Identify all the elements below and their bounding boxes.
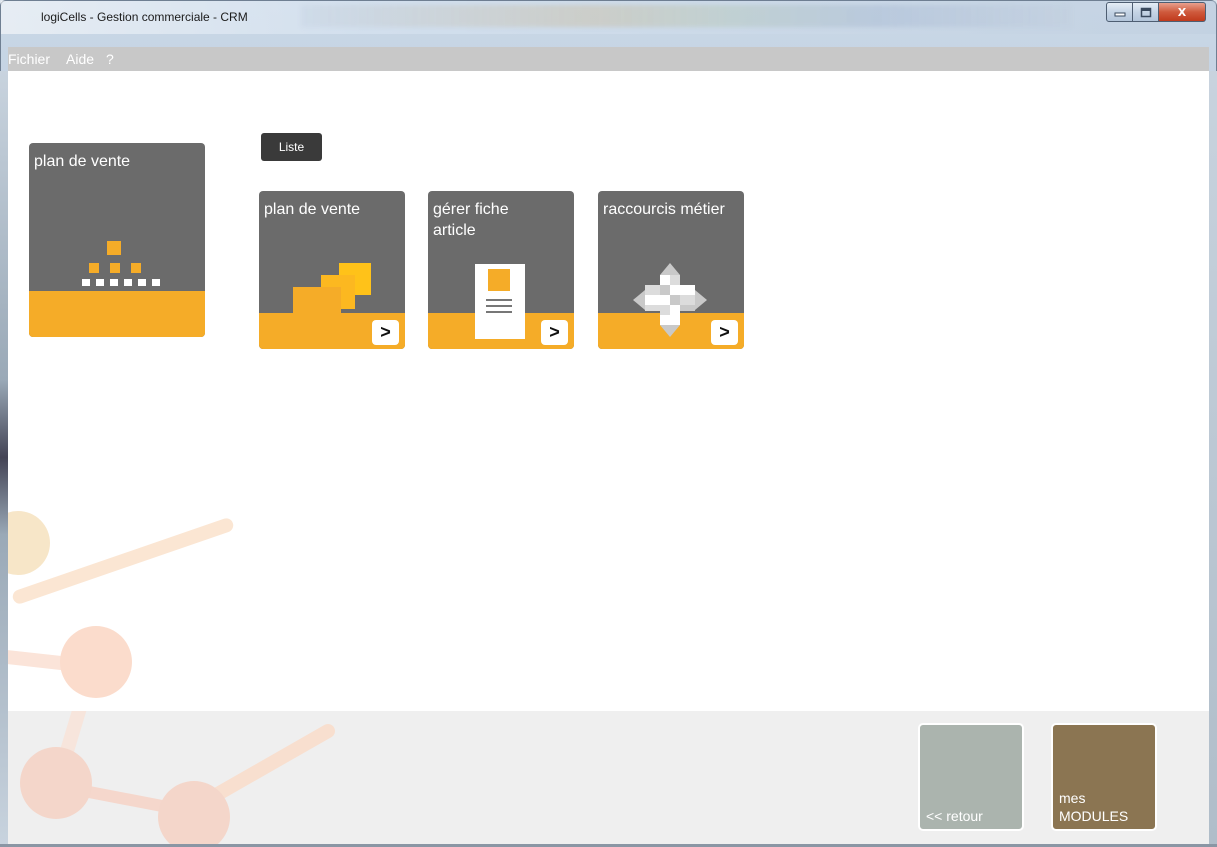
minimize-icon [1114,12,1125,17]
retour-button[interactable]: << retour [918,723,1024,831]
close-icon: X [1177,5,1187,19]
close-button[interactable]: X [1159,2,1206,22]
maximize-icon [1140,7,1151,17]
main-content: plan de vente Liste plan de vente > gére… [8,71,1209,711]
window-controls: X [1106,2,1206,22]
tile-raccourcis-metier[interactable]: raccourcis métier > [598,191,744,349]
molecule-decoration-lower [20,711,335,844]
title-bar-background [301,5,1071,27]
tile-plan-de-vente[interactable]: plan de vente > [259,191,405,349]
menu-bar: Fichier Aide ? [8,47,1209,71]
title-bar: logiCells - Gestion commerciale - CRM X [1,1,1216,34]
mes-modules-button[interactable]: mes MODULES [1051,723,1157,831]
retour-label: << retour [926,808,983,824]
window-title: logiCells - Gestion commerciale - CRM [41,10,248,24]
molecule-decoration [8,511,234,698]
tile-arrow-button[interactable]: > [711,320,738,345]
mes-modules-label: mes MODULES [1059,789,1128,825]
mes-modules-line2: MODULES [1059,808,1129,824]
tile-arrow-button[interactable]: > [372,320,399,345]
window-border-left [0,71,8,844]
menu-fichier[interactable]: Fichier [8,51,56,67]
maximize-button[interactable] [1133,2,1159,22]
minimize-button[interactable] [1106,2,1133,22]
module-tile-plan-de-vente[interactable]: plan de vente [29,143,205,337]
tile-orange-band [29,291,205,337]
menu-aide[interactable]: Aide [66,51,100,67]
mes-modules-line1: mes [1059,790,1086,806]
window-border-right [1209,71,1217,844]
tile-gerer-fiche-article[interactable]: gérer fiche article > [428,191,574,349]
menu-help[interactable]: ? [106,51,120,67]
tile-arrow-button[interactable]: > [541,320,568,345]
liste-button[interactable]: Liste [261,133,322,161]
footer-bar: << retour mes MODULES [8,711,1209,844]
